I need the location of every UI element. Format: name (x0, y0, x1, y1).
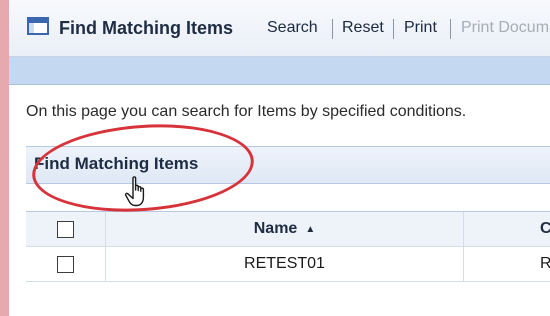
sub-toolbar (9, 57, 550, 85)
app-window: Find Matching Items Search Reset Print P… (9, 0, 550, 316)
cell-next[interactable]: RE (464, 247, 550, 281)
row-checkbox[interactable] (57, 255, 74, 273)
header-checkbox-cell (26, 212, 106, 246)
intro-text: On this page you can search for Items by… (26, 103, 467, 120)
toolbar-separator (450, 19, 451, 39)
column-header-next-label: C (540, 220, 550, 237)
table-row[interactable]: RETEST01 RE (26, 247, 550, 282)
toolbar-separator (332, 19, 333, 39)
column-header-next[interactable]: C (464, 212, 550, 246)
column-header-name-label: Name (253, 220, 298, 237)
cell-name-value: RETEST01 (244, 255, 325, 272)
window-icon (27, 17, 49, 35)
select-all-checkbox[interactable] (57, 220, 74, 238)
sort-ascending-icon: ▲ (305, 223, 316, 235)
print-document-button[interactable]: Print Docum (461, 19, 549, 37)
print-button[interactable]: Print (404, 19, 437, 37)
toolbar-separator (393, 19, 394, 39)
toolbar: Find Matching Items Search Reset Print P… (9, 0, 550, 57)
cell-next-value: RE (540, 255, 550, 272)
row-checkbox-cell (26, 247, 106, 281)
grid-header-row: Name ▲ C (26, 212, 550, 247)
reset-button[interactable]: Reset (342, 19, 384, 37)
cell-name[interactable]: RETEST01 (106, 247, 464, 281)
results-grid: Name ▲ C RETEST01 RE (26, 211, 550, 282)
search-button[interactable]: Search (267, 19, 318, 37)
window-frame-edge (0, 0, 9, 316)
page-title: Find Matching Items (59, 18, 234, 38)
hand-pointer-icon (124, 176, 145, 207)
column-header-name[interactable]: Name ▲ (106, 212, 464, 246)
